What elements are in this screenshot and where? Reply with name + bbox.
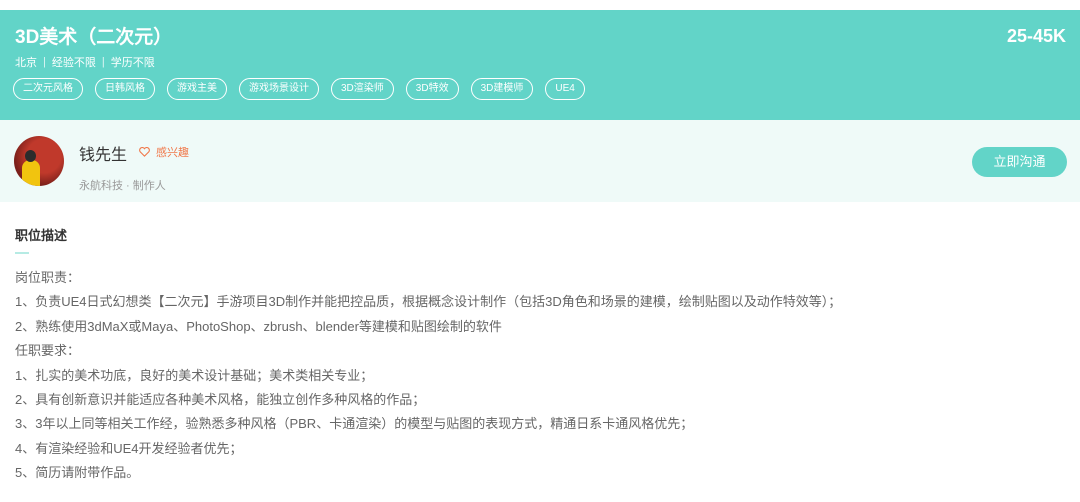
tag: 日韩风格 bbox=[95, 78, 155, 100]
description-line: 4、有渲染经验和UE4开发经验者优先； bbox=[15, 437, 841, 461]
company-name: 永航科技 bbox=[79, 180, 123, 192]
job-title: 3D美术（二次元） bbox=[15, 22, 172, 49]
section-title: 职位描述 bbox=[15, 225, 67, 244]
job-meta: 北京| 经验不限| 学历不限 bbox=[15, 54, 155, 70]
education: 学历不限 bbox=[111, 54, 155, 70]
chat-now-button[interactable]: 立即沟通 bbox=[972, 147, 1067, 177]
recruiter-company: 永航科技 · 制作人 bbox=[79, 177, 166, 193]
recruiter-role: 制作人 bbox=[133, 180, 166, 192]
tag: 3D特效 bbox=[406, 78, 459, 100]
tag: 游戏场景设计 bbox=[239, 78, 319, 100]
recruiter-card: 钱先生 感兴趣 永航科技 · 制作人 立即沟通 bbox=[0, 120, 1080, 202]
recruiter-name: 钱先生 bbox=[79, 141, 127, 165]
description-line: 1、扎实的美术功底，良好的美术设计基础；美术类相关专业； bbox=[15, 364, 841, 388]
heart-icon bbox=[139, 147, 150, 157]
tag-list: 二次元风格 日韩风格 游戏主美 游戏场景设计 3D渲染师 3D特效 3D建模师 … bbox=[13, 78, 585, 100]
avatar bbox=[14, 136, 64, 186]
experience: 经验不限 bbox=[52, 54, 96, 70]
description-line: 任职要求： bbox=[15, 339, 841, 363]
tag: 二次元风格 bbox=[13, 78, 83, 100]
location: 北京 bbox=[15, 54, 37, 70]
tag: 3D渲染师 bbox=[331, 78, 394, 100]
salary: 25-45K bbox=[1007, 26, 1066, 47]
interest-button[interactable]: 感兴趣 bbox=[139, 144, 189, 160]
description-line: 2、具有创新意识并能适应各种美术风格，能独立创作多种风格的作品； bbox=[15, 388, 841, 412]
job-description: 岗位职责： 1、负责UE4日式幻想类【二次元】手游项目3D制作并能把控品质，根据… bbox=[15, 266, 841, 486]
tag: 游戏主美 bbox=[167, 78, 227, 100]
description-line: 2、熟练使用3dMaX或Maya、PhotoShop、zbrush、blende… bbox=[15, 315, 841, 339]
section-underline bbox=[15, 252, 29, 254]
description-line: 3、3年以上同等相关工作经，验熟悉多种风格（PBR、卡通渲染）的模型与贴图的表现… bbox=[15, 412, 841, 436]
description-line: 1、负责UE4日式幻想类【二次元】手游项目3D制作并能把控品质，根据概念设计制作… bbox=[15, 290, 841, 314]
description-line: 5、简历请附带作品。 bbox=[15, 461, 841, 485]
description-line: 岗位职责： bbox=[15, 266, 841, 290]
tag: 3D建模师 bbox=[471, 78, 534, 100]
tag: UE4 bbox=[545, 78, 584, 100]
interest-label: 感兴趣 bbox=[156, 144, 189, 160]
job-header: 3D美术（二次元） 25-45K 北京| 经验不限| 学历不限 二次元风格 日韩… bbox=[0, 10, 1080, 120]
